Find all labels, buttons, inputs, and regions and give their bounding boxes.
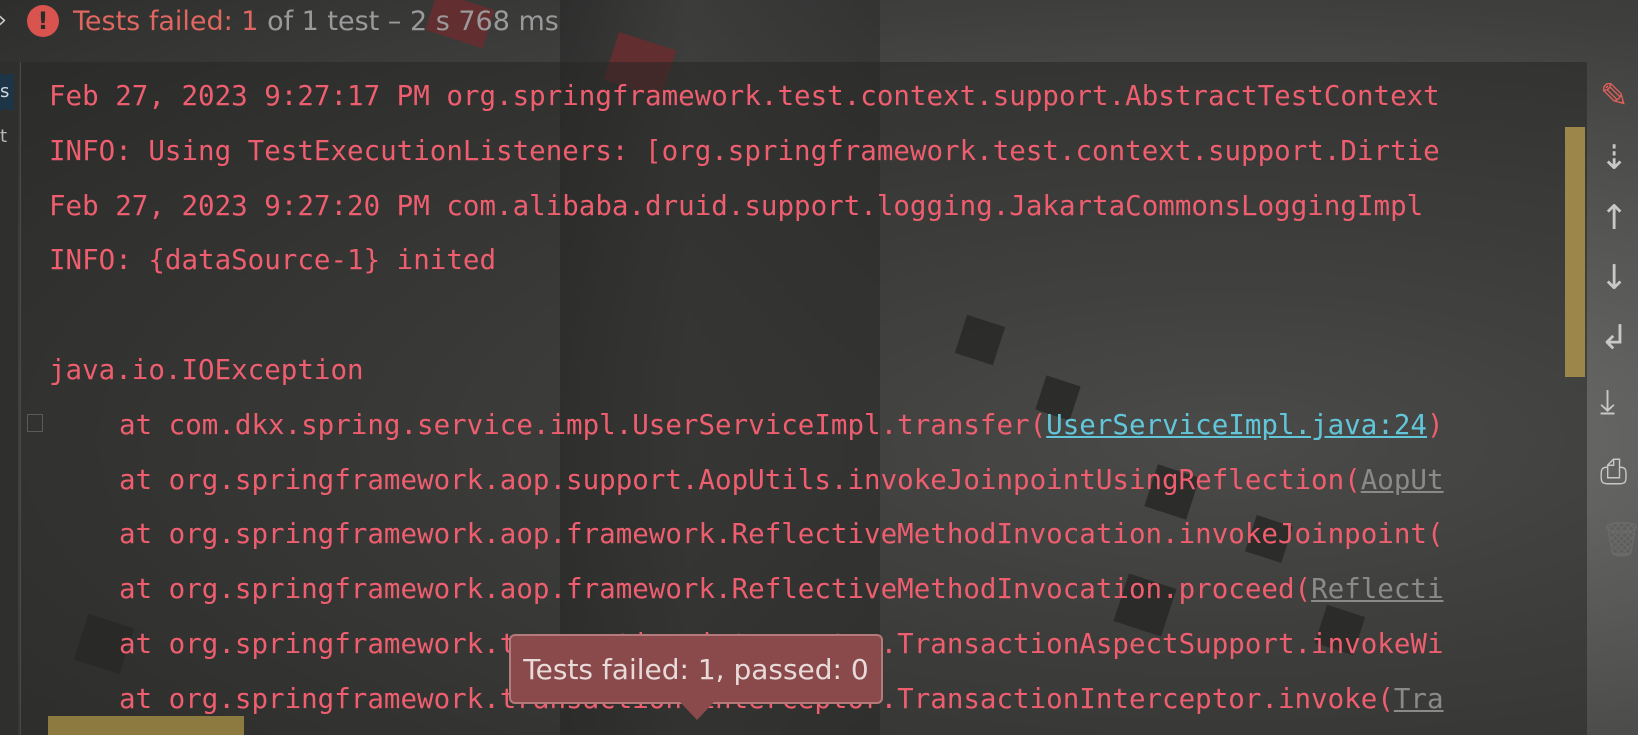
test-result-tooltip: Tests failed: 1, passed: 0 (509, 634, 883, 704)
error-icon: ! (27, 5, 59, 37)
gutter-tab[interactable]: s (0, 74, 14, 110)
vertical-scrollbar[interactable] (1565, 127, 1585, 377)
source-link[interactable]: Tra (1394, 683, 1444, 715)
down-arrow-icon[interactable]: ↓ (1600, 258, 1638, 298)
left-gutter: s t (0, 62, 18, 735)
clear-all-icon[interactable]: ✎ (1600, 76, 1638, 116)
test-status-text: Tests failed: 1 of 1 test – 2 s 768 ms (73, 6, 559, 37)
stack-frame: at org.springframework.aop.framework.Ref… (119, 573, 1444, 606)
stack-frame: at org.springframework.aop.support.AopUt… (119, 463, 1444, 496)
exception-line: java.io.IOException (49, 353, 364, 386)
log-line: Feb 27, 2023 9:27:17 PM org.springframew… (49, 80, 1440, 112)
log-line: INFO: Using TestExecutionListeners: [org… (49, 134, 1440, 167)
test-status-bar: › ! Tests failed: 1 of 1 test – 2 s 768 … (0, 0, 1638, 44)
soft-wrap-icon[interactable]: ↲ (1600, 318, 1638, 358)
console-toolbar: ✎ ⇣ ↑ ↓ ↲ ⤓ ⎙ 🗑 (1600, 62, 1638, 735)
source-link[interactable]: AopUt (1361, 464, 1444, 496)
fold-marker[interactable] (27, 414, 43, 432)
gutter-label: t (0, 126, 8, 147)
horizontal-scrollbar[interactable] (48, 716, 244, 735)
up-arrow-icon[interactable]: ↑ (1600, 198, 1638, 238)
scroll-to-end-icon[interactable]: ⇣ (1600, 138, 1638, 178)
stack-frame: at com.dkx.spring.service.impl.UserServi… (119, 408, 1444, 441)
scroll-to-end-icon[interactable]: ⤓ (1600, 382, 1638, 422)
stack-frame: at org.springframework.aop.framework.Ref… (119, 518, 1444, 551)
chevron-right-icon[interactable]: › (0, 8, 7, 33)
source-link[interactable]: UserServiceImpl.java:24 (1046, 409, 1427, 441)
tooltip-arrow (680, 702, 714, 720)
trash-icon[interactable]: 🗑 (1600, 520, 1638, 560)
log-line: Feb 27, 2023 9:27:20 PM com.alibaba.drui… (49, 189, 1424, 222)
log-line: INFO: {dataSource-1} inited (49, 244, 497, 277)
source-link[interactable]: Reflecti (1311, 573, 1443, 605)
print-icon[interactable]: ⎙ (1600, 452, 1638, 492)
